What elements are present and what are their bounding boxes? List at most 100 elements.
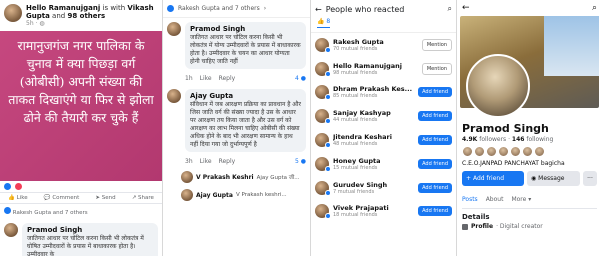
person-name[interactable]: Jitendra Keshari (333, 133, 414, 141)
like-button[interactable]: 👍 Like (8, 195, 28, 201)
mention-button[interactable]: Mention (421, 62, 452, 75)
tab-about[interactable]: About (486, 196, 504, 203)
message-button[interactable]: ◉ Message (527, 171, 580, 186)
mention-button[interactable]: Mention (421, 38, 452, 51)
post-author[interactable]: Hello Ramanujganj (26, 4, 100, 12)
mutual-friends: 44 mutual friends (333, 117, 378, 124)
like-icon: 👍 (317, 18, 325, 25)
like-reaction-icon (4, 183, 11, 190)
person-name[interactable]: Sanjay Kashyap (333, 109, 414, 117)
add-friend-button[interactable]: Add friend (418, 135, 452, 146)
post-text-card: रामानुजगंज नगर पालिका के चुनाव में क्या … (0, 31, 162, 181)
person-avatar[interactable] (315, 85, 331, 101)
person-name[interactable]: Rakesh Gupta (333, 38, 418, 46)
share-button[interactable]: ↗ Share (132, 195, 154, 201)
tab-like[interactable]: 👍 8 (317, 18, 331, 28)
following-count[interactable]: 146 (512, 136, 525, 143)
friend-avatar (462, 146, 473, 157)
mutual-friends: 15 mutual friends (333, 164, 378, 171)
with-text: is with (102, 4, 126, 12)
person-row[interactable]: Sanjay Kashyap 44 mutual friends Add frie… (311, 104, 456, 128)
add-friend-button[interactable]: Add friend (418, 111, 452, 122)
person-name[interactable]: Hello Ramanujganj (333, 62, 418, 70)
commenter-name[interactable]: Ajay Gupta (190, 92, 301, 100)
person-name[interactable]: Vivek Prajapati (333, 204, 414, 212)
reply-item[interactable]: V Prakash Keshri Ajay Gupta जी... (163, 168, 310, 186)
reactions-panel: ← People who reacted ⌕ 👍 8 Rakesh Gupta 7… (311, 0, 457, 256)
mutual-friends-avatars[interactable] (462, 146, 597, 157)
like-badge-icon (325, 213, 331, 220)
commenter-name[interactable]: Pramod Singh (27, 226, 153, 234)
replier-avatar[interactable] (181, 189, 193, 201)
comment-reaction-count[interactable]: 4 ● (295, 75, 310, 82)
more-button[interactable]: ··· (583, 171, 597, 186)
comment-text: संविधान में जब आरक्षण प्रक्रिया का प्राव… (190, 101, 301, 148)
friend-avatar (534, 146, 545, 157)
person-avatar[interactable] (315, 180, 331, 196)
person-avatar[interactable] (315, 61, 331, 77)
comment-like-button[interactable]: Like (200, 158, 212, 165)
comment-reply-button[interactable]: Reply (219, 75, 236, 82)
commenter-avatar[interactable] (167, 89, 181, 103)
like-badge-icon (325, 118, 331, 125)
cover-photo[interactable] (460, 16, 599, 118)
friend-avatar (486, 146, 497, 157)
add-friend-button[interactable]: Add friend (418, 87, 452, 98)
commenter-avatar[interactable] (4, 223, 18, 237)
tagged-others[interactable]: 98 others (67, 12, 105, 20)
reacted-by-text: Rakesh Gupta and 7 others (178, 5, 260, 12)
followers-count[interactable]: 4.9K (462, 136, 477, 143)
commenter-avatar[interactable] (167, 22, 181, 36)
person-name[interactable]: Honey Gupta (333, 157, 414, 165)
profile-detail-row: Profile · Digital creator (462, 223, 597, 230)
add-friend-button[interactable]: Add friend (418, 158, 452, 169)
person-row[interactable]: Jitendra Keshari 48 mutual friends Add fr… (311, 128, 456, 152)
person-row[interactable]: Gurudev Singh 7 mutual friends Add friend (311, 176, 456, 200)
reacted-by[interactable]: Rakesh Gupta and 7 others (0, 204, 162, 219)
profile-category: · Digital creator (496, 223, 543, 230)
tab-posts[interactable]: Posts (462, 196, 478, 203)
profile-picture[interactable] (466, 54, 530, 118)
add-friend-button[interactable]: + Add friend (462, 171, 524, 186)
add-friend-button[interactable]: Add friend (418, 182, 452, 193)
person-name[interactable]: Gurudev Singh (333, 181, 414, 189)
following-label: following (526, 136, 554, 143)
person-avatar[interactable] (315, 156, 331, 172)
replier-avatar[interactable] (181, 171, 193, 183)
add-friend-button[interactable]: Add friend (418, 206, 452, 217)
replier-name[interactable]: V Prakash Keshri (196, 174, 254, 181)
person-avatar[interactable] (315, 109, 331, 125)
replier-name[interactable]: Ajay Gupta (196, 192, 233, 199)
person-row[interactable]: Honey Gupta 15 mutual friends Add friend (311, 152, 456, 176)
person-row[interactable]: Hello Ramanujganj 98 mutual friends Menti… (311, 57, 456, 81)
reacted-by-text: Rakesh Gupta and 7 others (12, 210, 88, 216)
comment-reaction-count[interactable]: 5 ● (295, 158, 310, 165)
reaction-summary[interactable] (0, 181, 162, 192)
person-name[interactable]: Dhram Prakash Kes... (333, 85, 414, 93)
person-avatar[interactable] (315, 37, 331, 53)
search-icon[interactable]: ⌕ (448, 4, 452, 14)
search-icon[interactable]: ⌕ (592, 3, 597, 13)
person-avatar[interactable] (315, 133, 331, 149)
comment-button[interactable]: 💬 Comment (44, 195, 80, 201)
comment-bubble: Ajay Gupta संविधान में जब आरक्षण प्रक्रि… (185, 89, 306, 152)
commenter-name[interactable]: Pramod Singh (190, 25, 301, 33)
comment-reply-button[interactable]: Reply (219, 158, 236, 165)
comment-like-button[interactable]: Like (200, 75, 212, 82)
messenger-icon: ◉ (531, 175, 537, 182)
reply-item[interactable]: Ajay Gupta V Prakash keshri... (163, 186, 310, 204)
tab-more[interactable]: More ▾ (511, 196, 531, 203)
reaction-tabs: 👍 8 (311, 16, 456, 33)
send-button[interactable]: ➤ Send (95, 195, 115, 201)
thread-header[interactable]: Rakesh Gupta and 7 others › (163, 0, 310, 18)
mutual-friends: 48 mutual friends (333, 141, 378, 148)
person-row[interactable]: Vivek Prajapati 18 mutual friends Add fri… (311, 200, 456, 224)
like-badge-icon (325, 46, 331, 53)
back-arrow-icon[interactable]: ← (462, 3, 470, 13)
person-avatar[interactable] (315, 204, 331, 220)
back-arrow-icon[interactable]: ← (315, 5, 322, 14)
person-row[interactable]: Dhram Prakash Kes... 85 mutual friends Ad… (311, 81, 456, 105)
page-avatar[interactable] (4, 4, 22, 22)
person-row[interactable]: Rakesh Gupta 70 mutual friends Mention (311, 33, 456, 57)
and-text: and (52, 12, 66, 20)
